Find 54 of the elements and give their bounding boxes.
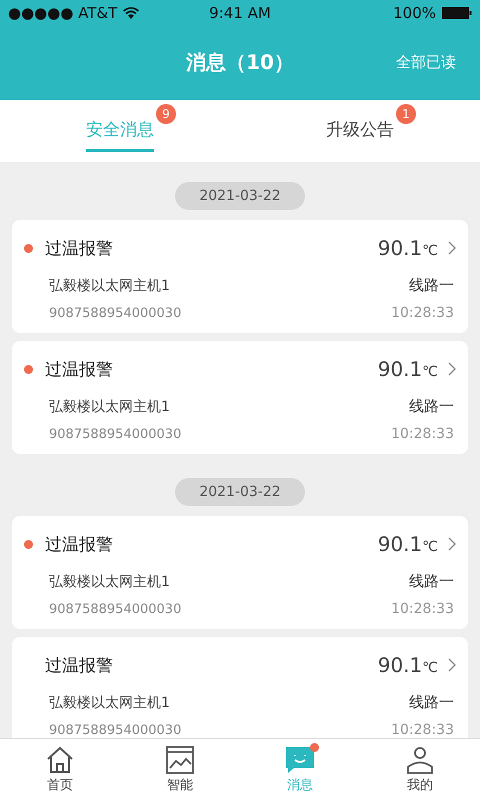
chart-icon [165, 746, 195, 774]
device-name: 弘毅楼以太网主机1 [49, 572, 170, 590]
message-card[interactable]: 过温报警 90.1℃ 弘毅楼以太网主机1 线路一 9087588954000030 10:28:33 [12, 637, 468, 738]
line-label: 线路一 [409, 276, 454, 295]
count-badge: 9 [156, 104, 176, 124]
chevron-right-icon [448, 658, 456, 672]
chevron-right-icon [448, 241, 456, 255]
message-title: 过温报警 [45, 358, 113, 380]
tab[interactable]: 升级公告 1 [240, 100, 480, 162]
temperature-value: 90.1 [378, 357, 422, 381]
message-card[interactable]: 过温报警 90.1℃ 弘毅楼以太网主机1 线路一 9087588954000030 10:28:33 [12, 516, 468, 629]
serial-number: 9087588954000030 [49, 722, 182, 738]
count-badge: 1 [396, 104, 416, 124]
unit-label: ℃ [422, 539, 438, 555]
message-title: 过温报警 [45, 534, 113, 556]
chevron-right-icon [448, 362, 456, 376]
serial-number: 9087588954000030 [49, 306, 182, 320]
message-time: 10:28:33 [391, 722, 454, 738]
message-time: 10:28:33 [391, 426, 454, 442]
battery-percent: 100% [393, 4, 436, 22]
unit-label: ℃ [422, 243, 438, 259]
unit-label: ℃ [422, 660, 438, 676]
message-card[interactable]: 过温报警 90.1℃ 弘毅楼以太网主机1 线路一 9087588954000030 10:28:33 [12, 220, 468, 333]
serial-number: 9087588954000030 [49, 426, 182, 442]
page-title: 消息（10） [186, 49, 294, 76]
home-icon [45, 746, 75, 774]
line-label: 线路一 [409, 572, 454, 591]
message-time: 10:28:33 [391, 305, 454, 321]
line-label: 线路一 [409, 397, 454, 416]
message-time: 10:28:33 [391, 601, 454, 617]
date-pill: 2021-03-22 [175, 182, 305, 210]
clock: 9:41 AM [209, 4, 271, 22]
message-card[interactable]: 过温报警 90.1℃ 弘毅楼以太网主机1 线路一 9087588954000030 10:28:33 [12, 341, 468, 454]
message-title: 过温报警 [45, 238, 113, 260]
serial-number: 9087588954000030 [49, 602, 182, 616]
nav-tab[interactable]: 我的 [360, 739, 480, 800]
device-name: 弘毅楼以太网主机1 [49, 276, 170, 294]
temperature-value: 90.1 [378, 532, 422, 556]
line-label: 线路一 [409, 693, 454, 712]
wifi-icon [123, 6, 140, 18]
carrier: ●●●●● AT&T [8, 4, 118, 22]
nav-tab[interactable]: 首页 [0, 739, 120, 800]
message-title: 过温报警 [45, 654, 113, 676]
device-name: 弘毅楼以太网主机1 [49, 398, 170, 416]
date-pill: 2021-03-22 [175, 478, 305, 506]
device-name: 弘毅楼以太网主机1 [49, 694, 170, 712]
unit-label: ℃ [422, 364, 438, 380]
battery-icon [442, 6, 472, 18]
temperature-value: 90.1 [378, 236, 422, 260]
chevron-right-icon [448, 537, 456, 551]
temperature-value: 90.1 [378, 653, 422, 677]
person-icon [405, 746, 435, 774]
chat-smile-icon [285, 746, 315, 774]
nav-tab[interactable]: 智能 [120, 739, 240, 800]
